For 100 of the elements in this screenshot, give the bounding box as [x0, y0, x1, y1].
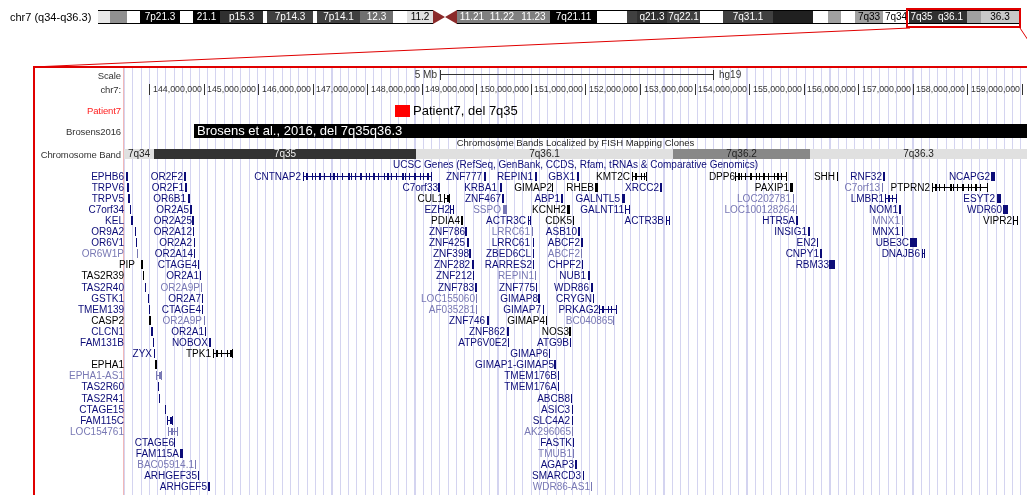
ideogram-band[interactable]: 11.2	[407, 10, 433, 24]
gene-label[interactable]: ZNF467	[464, 192, 501, 204]
gene-label[interactable]: WDR86-AS1	[532, 481, 590, 493]
gene-label[interactable]: ZBED6CL	[486, 248, 531, 260]
gene-label[interactable]: ABCF2	[547, 237, 580, 249]
gene-label[interactable]: OR2A1	[171, 325, 204, 337]
gene-label[interactable]: TMEM176A	[504, 381, 557, 393]
ideogram-band[interactable]: 7q33	[855, 10, 883, 24]
ideogram-band[interactable]: p15.3	[220, 10, 263, 24]
gene-label[interactable]: CRYGN	[556, 292, 592, 304]
gene-label[interactable]: PDIA4	[431, 214, 460, 226]
gene-label[interactable]: FAM115C	[80, 414, 124, 426]
ideogram-band[interactable]: 12.3	[360, 10, 393, 24]
gene-label[interactable]: ABCB8	[537, 392, 570, 404]
gene-label[interactable]: CTAGE6	[134, 436, 174, 448]
gene-label[interactable]: LOC155060	[421, 292, 475, 304]
gene-label[interactable]: OR2A12	[153, 226, 192, 237]
gene-label[interactable]: DPP6	[708, 170, 735, 182]
gene-label[interactable]: OR2F2	[150, 170, 183, 182]
gene-label[interactable]: ASIC3	[541, 403, 570, 415]
ideogram-band[interactable]: 7q31.1	[723, 10, 773, 24]
ideogram-band[interactable]: 11.21	[457, 10, 487, 24]
gene-label[interactable]: TMEM139	[77, 303, 124, 315]
gene-label[interactable]: ZNF746	[448, 314, 485, 326]
gene-label[interactable]: SLC4A2	[532, 414, 570, 426]
ideogram-band[interactable]	[828, 10, 841, 24]
gene-label[interactable]: RHEB	[566, 181, 594, 193]
gene-label[interactable]: ESYT2	[963, 192, 995, 204]
gene-label[interactable]: C7orf34	[88, 203, 124, 215]
gene-label[interactable]: TPK1	[186, 348, 211, 360]
gene-label[interactable]: GSTK1	[91, 292, 124, 304]
gene-label[interactable]: BC040865	[565, 314, 613, 326]
gene-label[interactable]: ACTR3C	[486, 214, 526, 226]
gene-label[interactable]: BAC05914.1	[137, 459, 194, 471]
gene-label[interactable]: GBX1	[548, 170, 575, 182]
gene-label[interactable]: AGAP3	[540, 459, 574, 471]
gene-label[interactable]: EPHA1-AS1	[68, 370, 124, 382]
gene-label[interactable]: RNF32	[850, 170, 882, 182]
gene-label[interactable]: VIPR2	[983, 214, 1012, 226]
gene-label[interactable]: GALNT11	[580, 203, 624, 215]
gene-label[interactable]: ZNF777	[445, 170, 482, 182]
ideogram-band[interactable]: 11.23	[517, 10, 550, 24]
ideogram-band[interactable]	[597, 10, 627, 24]
gene-label[interactable]: CNPY1	[785, 248, 819, 260]
gene-label[interactable]: HTR5A	[762, 214, 795, 226]
gene-label[interactable]: C7orf13	[844, 181, 880, 193]
ideogram-band[interactable]: 7p14.1	[317, 10, 360, 24]
gene-label[interactable]: CTAGE4	[161, 303, 201, 315]
ideogram-band[interactable]: q36.1	[934, 10, 967, 24]
gene-label[interactable]: LOC202781	[737, 192, 791, 204]
gene-label[interactable]: FASTK	[540, 436, 572, 448]
ideogram-band[interactable]: 7q22.1	[667, 10, 700, 24]
gene-label[interactable]: OR6B1	[153, 192, 186, 204]
gene-label[interactable]: TAS2R41	[81, 392, 124, 404]
gene-label[interactable]: TMEM176B	[504, 370, 557, 382]
gene-label[interactable]: KRBA1	[464, 181, 497, 193]
ideogram-band[interactable]	[841, 10, 855, 24]
gene-label[interactable]: INSIG1	[774, 226, 807, 237]
track-label[interactable]: Patient7	[86, 104, 121, 116]
ideogram-band[interactable]	[180, 10, 193, 24]
gene-label[interactable]: ZNF862	[468, 325, 505, 337]
ideogram-band[interactable]	[127, 10, 140, 24]
gene-label[interactable]: EPHA1	[91, 359, 124, 371]
track-label[interactable]: Chromosome Band	[40, 148, 121, 160]
gene-label[interactable]: ABCF2	[547, 248, 580, 260]
gene-label[interactable]: LRRC61	[491, 237, 530, 249]
gene-label[interactable]: SSPO	[473, 203, 501, 215]
gene-label[interactable]: ARHGEF35	[144, 470, 197, 482]
gene-label[interactable]: TAS2R39	[81, 270, 124, 282]
gene-label[interactable]: CASP2	[91, 314, 124, 326]
ideogram-band[interactable]	[110, 10, 127, 24]
gene-label[interactable]: ZNF786	[428, 226, 465, 237]
gene-label[interactable]: KMT2C	[596, 170, 630, 182]
gene-label[interactable]: NOS3	[541, 325, 569, 337]
ideogram-band[interactable]	[967, 10, 981, 24]
gene-label[interactable]: SHH	[813, 170, 835, 182]
gene-label[interactable]: CTAGE15	[79, 403, 124, 415]
gene-label[interactable]: ZNF398	[432, 248, 469, 260]
gene-label[interactable]: ZYX	[132, 348, 152, 360]
gene-label[interactable]: OR9A2	[91, 226, 124, 237]
gene-label[interactable]: PAXIP1	[754, 181, 789, 193]
gene-label[interactable]: PRKAG2	[558, 303, 599, 315]
gene-label[interactable]: OR2A25	[153, 214, 192, 226]
gene-label[interactable]: FAM131B	[80, 337, 124, 348]
gene-label[interactable]: NCAPG2	[948, 170, 990, 182]
gene-label[interactable]: CTAGE4	[157, 259, 197, 271]
ideogram-band[interactable]: 36.3	[981, 10, 1019, 24]
gene-label[interactable]: OR6V1	[91, 237, 124, 249]
ideogram-band[interactable]: 7q34	[883, 10, 909, 24]
gene-label[interactable]: GIMAP2	[514, 181, 552, 193]
gene-label[interactable]: OR2A2	[159, 237, 192, 249]
ideogram-band[interactable]	[98, 10, 110, 24]
gene-label[interactable]: ATG9B	[536, 337, 569, 348]
gene-label[interactable]: OR2A14	[154, 248, 193, 260]
gene-label[interactable]: ASB10	[545, 226, 577, 237]
gene-label[interactable]: ATP6V0E2	[458, 337, 507, 348]
gene-label[interactable]: TRPV6	[91, 181, 124, 193]
gene-label[interactable]: GIMAP6	[510, 348, 548, 360]
gene-label[interactable]: OR2A9P	[160, 281, 200, 293]
gene-label[interactable]: REPIN1	[496, 170, 533, 182]
